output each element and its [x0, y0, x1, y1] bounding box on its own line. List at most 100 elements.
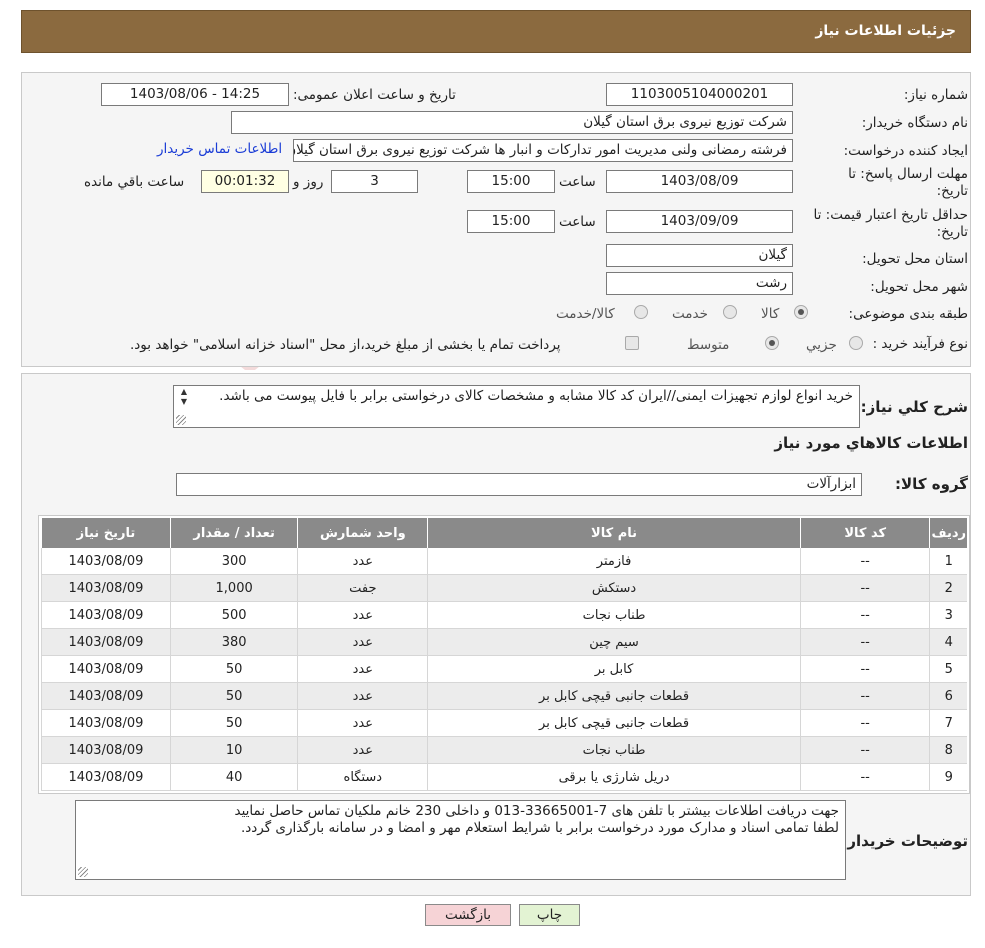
announce-field[interactable]: 1403/08/06 - 14:25: [101, 83, 289, 106]
cell-date: 1403/08/09: [41, 710, 170, 737]
back-button[interactable]: بازگشت: [425, 904, 511, 926]
cell-row-num: 7: [929, 710, 967, 737]
city-field[interactable]: رشت: [606, 272, 793, 295]
cell-qty: 380: [169, 629, 298, 656]
resize-grip-icon[interactable]: [78, 867, 88, 877]
validity-label: حداقل تاریخ اعتبار قیمت: تا: [813, 207, 968, 223]
purchase-medium-label: متوسط: [687, 337, 730, 353]
col-header-row-num: ردیف: [929, 518, 967, 548]
col-header-name: نام کالا: [427, 518, 800, 548]
days-field[interactable]: 3: [331, 170, 418, 193]
cell-name: دریل شارژی یا برقی: [427, 764, 800, 791]
cell-code: --: [799, 737, 930, 764]
cell-date: 1403/08/09: [41, 548, 170, 575]
cell-row-num: 8: [929, 737, 967, 764]
cell-date: 1403/08/09: [41, 737, 170, 764]
scroll-arrows-icon[interactable]: ▲ ▼: [175, 387, 193, 409]
cell-name: دستکش: [427, 575, 800, 602]
col-header-date: تاریخ نیاز: [41, 518, 170, 548]
cell-unit: دستگاه: [297, 764, 428, 791]
purchase-minor-label: جزیي: [806, 337, 837, 353]
purchase-note: پرداخت تمام یا بخشی از مبلغ خرید،از محل …: [130, 337, 561, 353]
treasury-checkbox[interactable]: [625, 336, 639, 350]
cell-unit: عدد: [297, 737, 428, 764]
table-row: 9 -- دریل شارژی یا برقی دستگاه 40 1403/0…: [41, 764, 967, 791]
days-label: روز و: [293, 174, 324, 190]
cell-code: --: [799, 710, 930, 737]
table-row: 6 -- قطعات جانبی قیچی کابل بر عدد 50 140…: [41, 683, 967, 710]
category-both-label: کالا/خدمت: [556, 306, 615, 322]
creator-label: ایجاد کننده درخواست:: [843, 143, 968, 159]
category-radio-service[interactable]: [723, 305, 737, 319]
deadline-label-date: تاریخ:: [936, 183, 968, 199]
cell-qty: 50: [169, 710, 298, 737]
announce-label: تاریخ و ساعت اعلان عمومی:: [293, 87, 456, 103]
summary-textarea[interactable]: خرید انواع لوازم تجهیزات ایمنی//ایران کد…: [173, 385, 860, 428]
deadline-date-field[interactable]: 1403/08/09: [606, 170, 793, 193]
cell-unit: عدد: [297, 602, 428, 629]
cell-unit: جفت: [297, 575, 428, 602]
province-field[interactable]: گیلان: [606, 244, 793, 267]
cell-unit: عدد: [297, 629, 428, 656]
remaining-label: ساعت باقي مانده: [84, 174, 185, 190]
summary-label: شرح کلي نياز:: [860, 398, 968, 416]
table-row: 4 -- سیم چین عدد 380 1403/08/09: [41, 629, 967, 656]
buyer-notes-line-1: جهت دریافت اطلاعات بیشتر با تلفن های 7-3…: [234, 803, 839, 819]
cell-qty: 40: [169, 764, 298, 791]
cell-code: --: [799, 764, 930, 791]
contact-info-link[interactable]: اطلاعات تماس خریدار: [157, 141, 282, 157]
need-number-field[interactable]: 1103005104000201: [606, 83, 793, 106]
table-row: 8 -- طناب نجات عدد 10 1403/08/09: [41, 737, 967, 764]
page-header: جزئیات اطلاعات نیاز: [21, 10, 971, 53]
resize-grip-icon[interactable]: [176, 415, 186, 425]
cell-row-num: 1: [929, 548, 967, 575]
cell-unit: عدد: [297, 710, 428, 737]
cell-date: 1403/08/09: [41, 683, 170, 710]
page-title: جزئیات اطلاعات نیاز: [815, 23, 956, 39]
cell-date: 1403/08/09: [41, 575, 170, 602]
cell-qty: 50: [169, 656, 298, 683]
table-row: 2 -- دستکش جفت 1,000 1403/08/09: [41, 575, 967, 602]
purchase-radio-medium[interactable]: [765, 336, 779, 350]
cell-code: --: [799, 683, 930, 710]
category-radio-both[interactable]: [634, 305, 648, 319]
cell-name: طناب نجات: [427, 737, 800, 764]
table-row: 3 -- طناب نجات عدد 500 1403/08/09: [41, 602, 967, 629]
category-radio-goods[interactable]: [794, 305, 808, 319]
cell-name: فازمتر: [427, 548, 800, 575]
category-goods-label: کالا: [761, 306, 780, 322]
goods-section-title: اطلاعات کالاهاي مورد نياز: [774, 434, 968, 452]
print-button[interactable]: چاپ: [519, 904, 580, 926]
creator-field[interactable]: فرشته رمضانی ولنی مدیریت امور تدارکات و …: [293, 139, 793, 162]
cell-row-num: 4: [929, 629, 967, 656]
buyer-org-field[interactable]: شرکت توزیع نیروی برق استان گیلان: [231, 111, 793, 134]
deadline-time-label: ساعت: [559, 174, 596, 190]
remaining-time-field: 00:01:32: [201, 170, 289, 193]
purchase-radio-minor[interactable]: [849, 336, 863, 350]
cell-unit: عدد: [297, 683, 428, 710]
buyer-notes-textarea[interactable]: جهت دریافت اطلاعات بیشتر با تلفن های 7-3…: [75, 800, 846, 880]
goods-group-field[interactable]: ابزارآلات: [176, 473, 862, 496]
table-header-row: ردیف کد کالا نام کالا واحد شمارش تعداد /…: [41, 518, 967, 548]
cell-qty: 10: [169, 737, 298, 764]
cell-name: قطعات جانبی قیچی کابل بر: [427, 710, 800, 737]
validity-date-field[interactable]: 1403/09/09: [606, 210, 793, 233]
validity-label-date: تاریخ:: [936, 224, 968, 240]
cell-code: --: [799, 656, 930, 683]
col-header-qty: تعداد / مقدار: [169, 518, 298, 548]
city-label: شهر محل تحویل:: [870, 279, 968, 295]
province-label: استان محل تحویل:: [862, 251, 968, 267]
cell-row-num: 2: [929, 575, 967, 602]
cell-unit: عدد: [297, 548, 428, 575]
cell-qty: 500: [169, 602, 298, 629]
deadline-time-field[interactable]: 15:00: [467, 170, 555, 193]
cell-unit: عدد: [297, 656, 428, 683]
goods-table: ردیف کد کالا نام کالا واحد شمارش تعداد /…: [41, 518, 967, 791]
cell-name: قطعات جانبی قیچی کابل بر: [427, 683, 800, 710]
cell-row-num: 3: [929, 602, 967, 629]
cell-code: --: [799, 575, 930, 602]
validity-time-field[interactable]: 15:00: [467, 210, 555, 233]
goods-group-label: گروه کالا:: [895, 475, 968, 493]
cell-qty: 50: [169, 683, 298, 710]
validity-time-label: ساعت: [559, 214, 596, 230]
